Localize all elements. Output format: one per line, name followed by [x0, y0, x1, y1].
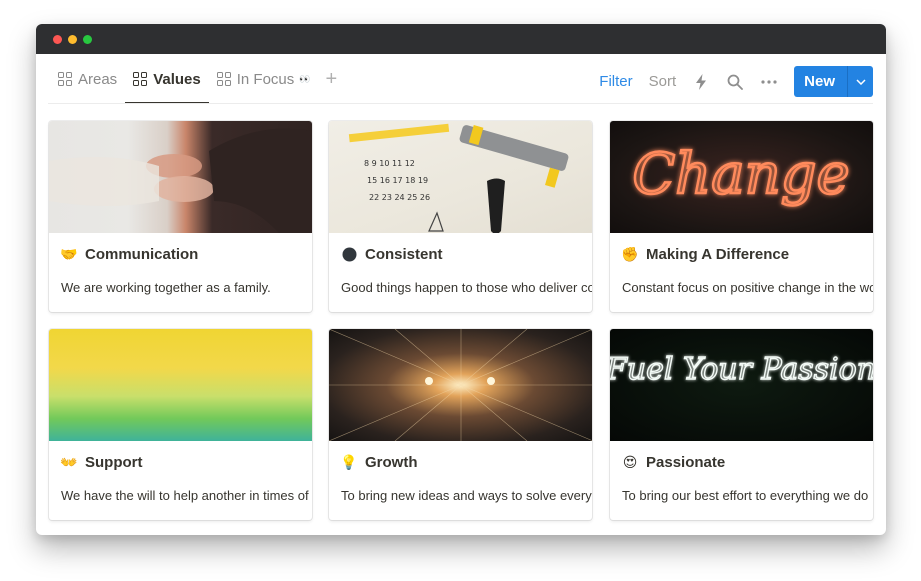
minimize-window-button[interactable] — [68, 35, 77, 44]
open-hands-icon: 👐 — [60, 454, 78, 470]
card-title-text: Growth — [365, 454, 418, 471]
card-cover-image: Fuel Your Passion — [610, 329, 873, 441]
cover-neon-text: Change — [632, 142, 849, 207]
card-cover-image — [329, 329, 592, 441]
gallery-card[interactable]: 🤝 Communication We are working together … — [49, 121, 312, 312]
gallery-grid-icon — [58, 72, 72, 86]
tab-label: Values — [153, 70, 201, 88]
raised-fist-icon: ✊ — [621, 246, 639, 262]
card-cover-image: 8 9 10 11 12 15 16 17 18 19 22 23 24 25 … — [329, 121, 592, 233]
card-cover-image — [49, 121, 312, 233]
card-description: To bring new ideas and ways to solve eve… — [341, 488, 592, 503]
card-cover-image — [49, 329, 312, 441]
sort-button[interactable]: Sort — [649, 73, 677, 90]
card-description: To bring our best effort to everything w… — [622, 488, 869, 503]
card-title: 😍 Passionate — [622, 454, 726, 471]
card-title: Consistent — [341, 246, 443, 263]
lightning-icon[interactable] — [692, 73, 710, 91]
light-bulb-icon: 💡 — [340, 454, 358, 470]
card-title: ✊ Making A Difference — [621, 246, 790, 263]
gallery-grid-icon — [133, 72, 148, 86]
cover-neon-text: Fuel Your Passion — [610, 352, 873, 387]
tab-areas[interactable]: Areas — [50, 54, 125, 104]
gallery-card[interactable]: 💡 Growth To bring new ideas and ways to … — [329, 329, 592, 520]
card-title-text: Passionate — [646, 454, 726, 471]
handshake-icon: 🤝 — [60, 246, 78, 262]
toolbar-actions: Filter Sort New — [599, 66, 873, 97]
app-window: Areas Values In Focus 👀 + Filter Sort Ne… — [36, 24, 886, 535]
card-title: 🤝 Communication — [60, 246, 199, 263]
tab-label: Areas — [78, 70, 118, 88]
gallery-card[interactable]: 👐 Support We have the will to help anoth… — [49, 329, 312, 520]
tab-label: In Focus — [236, 70, 295, 88]
card-title: 💡 Growth — [340, 454, 418, 471]
heart-eyes-icon: 😍 — [622, 454, 638, 470]
card-description: Constant focus on positive change in the… — [622, 280, 873, 295]
card-title-text: Consistent — [365, 246, 443, 263]
card-title-text: Communication — [85, 246, 199, 263]
eyes-icon: 👀 — [299, 73, 310, 84]
new-button-group: New — [794, 66, 873, 97]
search-icon[interactable] — [726, 73, 744, 91]
card-title: 👐 Support — [60, 454, 143, 471]
card-cover-image: Change — [610, 121, 873, 233]
card-description: We are working together as a family. — [61, 280, 271, 295]
toolbar-divider — [48, 103, 873, 104]
view-tabs: Areas Values In Focus 👀 + — [50, 54, 345, 104]
view-toolbar: Areas Values In Focus 👀 + Filter Sort Ne… — [36, 54, 886, 104]
gallery-grid-icon — [216, 72, 231, 86]
chevron-down-icon[interactable] — [847, 66, 873, 97]
card-title-text: Making A Difference — [646, 246, 790, 263]
gallery-card[interactable]: 8 9 10 11 12 15 16 17 18 19 22 23 24 25 … — [329, 121, 592, 312]
gallery-card[interactable]: Change ✊ Making A Difference Constant fo… — [610, 121, 873, 312]
filter-button[interactable]: Filter — [599, 73, 632, 90]
maximize-window-button[interactable] — [83, 35, 92, 44]
add-view-button[interactable]: + — [317, 68, 345, 91]
svg-text:15 16 17 18 19: 15 16 17 18 19 — [367, 176, 428, 185]
more-options-icon[interactable] — [760, 73, 778, 91]
new-button[interactable]: New — [794, 66, 847, 97]
card-title-text: Support — [85, 454, 143, 471]
card-description: Good things happen to those who deliver … — [341, 280, 592, 295]
black-circle-icon — [341, 247, 357, 263]
gallery-card[interactable]: Fuel Your Passion 😍 Passionate To bring … — [610, 329, 873, 520]
close-window-button[interactable] — [53, 35, 62, 44]
tab-values[interactable]: Values — [125, 54, 209, 104]
svg-text:22 23 24 25 26: 22 23 24 25 26 — [369, 193, 430, 202]
tab-in-focus[interactable]: In Focus 👀 — [209, 54, 318, 104]
title-bar — [36, 24, 886, 54]
svg-text:8 9 10 11 12: 8 9 10 11 12 — [364, 159, 415, 168]
card-description: We have the will to help another in time… — [61, 488, 312, 503]
